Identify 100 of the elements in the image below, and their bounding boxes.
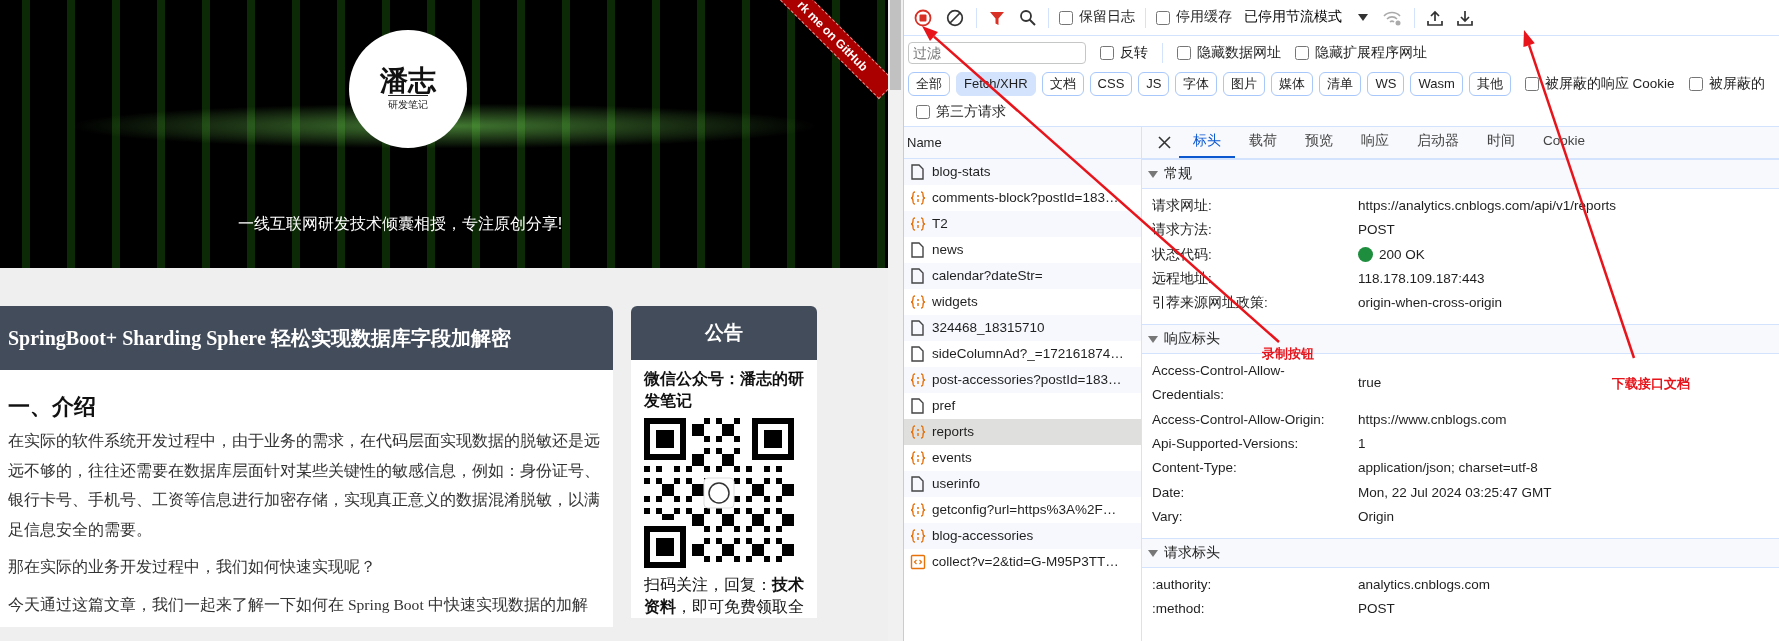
braces-icon	[910, 449, 926, 466]
filter-field[interactable]: 过滤	[908, 42, 1086, 64]
document-icon	[910, 241, 926, 258]
checkbox[interactable]	[1524, 76, 1539, 91]
clear-icon	[946, 8, 964, 27]
checkbox-label[interactable]: 被屏蔽的	[1708, 73, 1765, 94]
type-filter-tab[interactable]: 清单	[1319, 72, 1362, 96]
document-icon	[910, 345, 926, 362]
paragraph: 今天通过这篇文章，我们一起来了解一下如何在 Spring Boot 中快速实现数据的加解	[8, 594, 589, 615]
disclosure-triangle-icon	[1148, 168, 1158, 179]
funnel-icon	[989, 9, 1005, 26]
request-row[interactable]: pref	[904, 392, 1141, 419]
header-name: :method:	[1152, 600, 1206, 619]
type-filter-tab[interactable]: Wasm	[1410, 72, 1463, 96]
checkbox[interactable]	[1100, 46, 1114, 60]
section-header[interactable]: 常规	[1142, 158, 1779, 189]
request-row[interactable]: post-accessories?postId=183…	[904, 366, 1141, 393]
request-row[interactable]: T2	[904, 210, 1141, 237]
type-filter-tab[interactable]: 文档	[1041, 72, 1084, 96]
braces-icon	[910, 371, 926, 388]
braces-icon	[910, 423, 926, 440]
header-value: POST	[1358, 221, 1395, 240]
checkbox-label[interactable]: 停用缓存	[1176, 7, 1232, 28]
checkbox[interactable]	[1177, 46, 1191, 60]
code-icon	[910, 553, 926, 570]
request-row[interactable]: blog-stats	[904, 158, 1141, 185]
request-row[interactable]: sideColumnAd?_=172161874…	[904, 340, 1141, 367]
detail-tab[interactable]: 载荷	[1235, 126, 1291, 158]
header-value: application/json; charset=utf-8	[1358, 459, 1538, 478]
section-header[interactable]: 请求标头	[1142, 537, 1779, 568]
document-icon	[910, 397, 926, 414]
checkbox[interactable]	[916, 104, 930, 119]
header-name: Access-Control-Allow-Credentials:	[1152, 361, 1286, 405]
upload-icon	[1427, 9, 1443, 26]
request-row[interactable]: comments-block?postId=183…	[904, 184, 1141, 211]
header-name: Api-Supported-Versions:	[1152, 435, 1300, 453]
detail-tab[interactable]: 预览	[1291, 126, 1347, 158]
document-icon	[910, 319, 926, 336]
header-value: 1	[1358, 435, 1366, 453]
notice-footer: 扫码关注，回复：技术资料，即可免费领取全	[644, 574, 804, 618]
request-row[interactable]: collect?v=2&tid=G-M95P3TT…	[904, 548, 1141, 575]
request-row[interactable]: blog-accessories	[904, 522, 1141, 549]
request-row[interactable]: news	[904, 236, 1141, 263]
type-filter-tab[interactable]: WS	[1367, 72, 1405, 96]
checkbox-label[interactable]: 反转	[1120, 42, 1148, 64]
request-row[interactable]: 324468_18315710	[904, 314, 1141, 341]
header-value: 200 OK	[1379, 245, 1425, 264]
type-filter-tab[interactable]: CSS	[1089, 72, 1133, 96]
detail-tab[interactable]: 启动器	[1403, 126, 1473, 158]
document-icon	[910, 163, 926, 180]
throttling-dropdown[interactable]: 已停用节流模式	[1242, 5, 1370, 30]
column-header[interactable]: Name	[904, 126, 1141, 159]
header-value: origin-when-cross-origin	[1358, 294, 1503, 313]
search-icon	[1019, 9, 1036, 26]
section-heading: 一、介绍	[8, 394, 97, 421]
checkbox-label[interactable]: 被屏蔽的响应 Cookie	[1544, 73, 1675, 94]
checkbox-label[interactable]: 隐藏扩展程序网址	[1315, 42, 1427, 64]
checkbox[interactable]	[1059, 10, 1073, 25]
detail-tab[interactable]: 标头	[1179, 126, 1235, 158]
request-row[interactable]: events	[904, 444, 1141, 471]
type-filter-tab[interactable]: 字体	[1175, 72, 1218, 96]
checkbox[interactable]	[1156, 10, 1170, 25]
header-value: 118.178.109.187:443	[1358, 269, 1485, 288]
type-filter-tab[interactable]: 媒体	[1271, 72, 1314, 96]
header-name: 请求网址:	[1152, 196, 1213, 215]
checkbox[interactable]	[1295, 46, 1309, 60]
header-value: analytics.cnblogs.com	[1358, 575, 1491, 594]
header-name: 远程地址:	[1152, 269, 1213, 288]
request-row[interactable]: userinfo	[904, 470, 1141, 497]
header-value: Mon, 22 Jul 2024 03:25:47 GMT	[1358, 483, 1552, 502]
search-button[interactable]	[1017, 7, 1038, 28]
checkbox-label[interactable]: 第三方请求	[936, 101, 1006, 122]
type-filter-tab[interactable]: JS	[1138, 72, 1170, 96]
record-icon	[914, 8, 932, 27]
paragraph: 在实际的软件系统开发过程中，由于业务的需求，在代码层面实现数据的脱敏还是远远不够的，往往还需要在数据库层面针对某些关键性的敏感信息，例如：身份证号、银行卡号、手机号、工资等信息进行加密存储，实现真正意义的数据混淆脱敏，以满足信息安全的需要。	[8, 431, 601, 540]
checkbox[interactable]	[1688, 76, 1703, 91]
braces-icon	[910, 215, 926, 232]
download-icon	[1457, 9, 1473, 26]
header-name: Vary:	[1152, 508, 1184, 527]
request-row[interactable]: reports	[904, 418, 1141, 445]
detail-tab[interactable]: 时间	[1473, 126, 1529, 158]
document-icon	[910, 267, 926, 284]
header-value: https://www.cnblogs.com	[1358, 410, 1507, 429]
disclosure-triangle-icon	[1148, 333, 1158, 344]
type-filter-tab[interactable]: 全部	[908, 72, 950, 96]
disclosure-triangle-icon	[1148, 547, 1158, 558]
type-filter-tab[interactable]: 其他	[1468, 72, 1511, 96]
article-title[interactable]: SpringBoot+ Sharding Sphere 轻松实现数据库字段加解密	[0, 306, 613, 370]
braces-icon	[910, 501, 926, 518]
checkbox-label[interactable]: 保留日志	[1079, 7, 1135, 28]
braces-icon	[910, 293, 926, 310]
request-row[interactable]: widgets	[904, 288, 1141, 315]
wifi-icon	[1382, 9, 1402, 26]
request-row[interactable]: calendar?dateStr=	[904, 262, 1141, 289]
checkbox-label[interactable]: 隐藏数据网址	[1197, 42, 1281, 64]
notice-title: 公告	[631, 306, 817, 360]
type-filter-tab[interactable]: 图片	[1223, 72, 1266, 96]
detail-tab[interactable]: 响应	[1347, 126, 1403, 158]
request-row[interactable]: getconfig?url=https%3A%2F…	[904, 496, 1141, 523]
header-value: true	[1358, 374, 1382, 392]
